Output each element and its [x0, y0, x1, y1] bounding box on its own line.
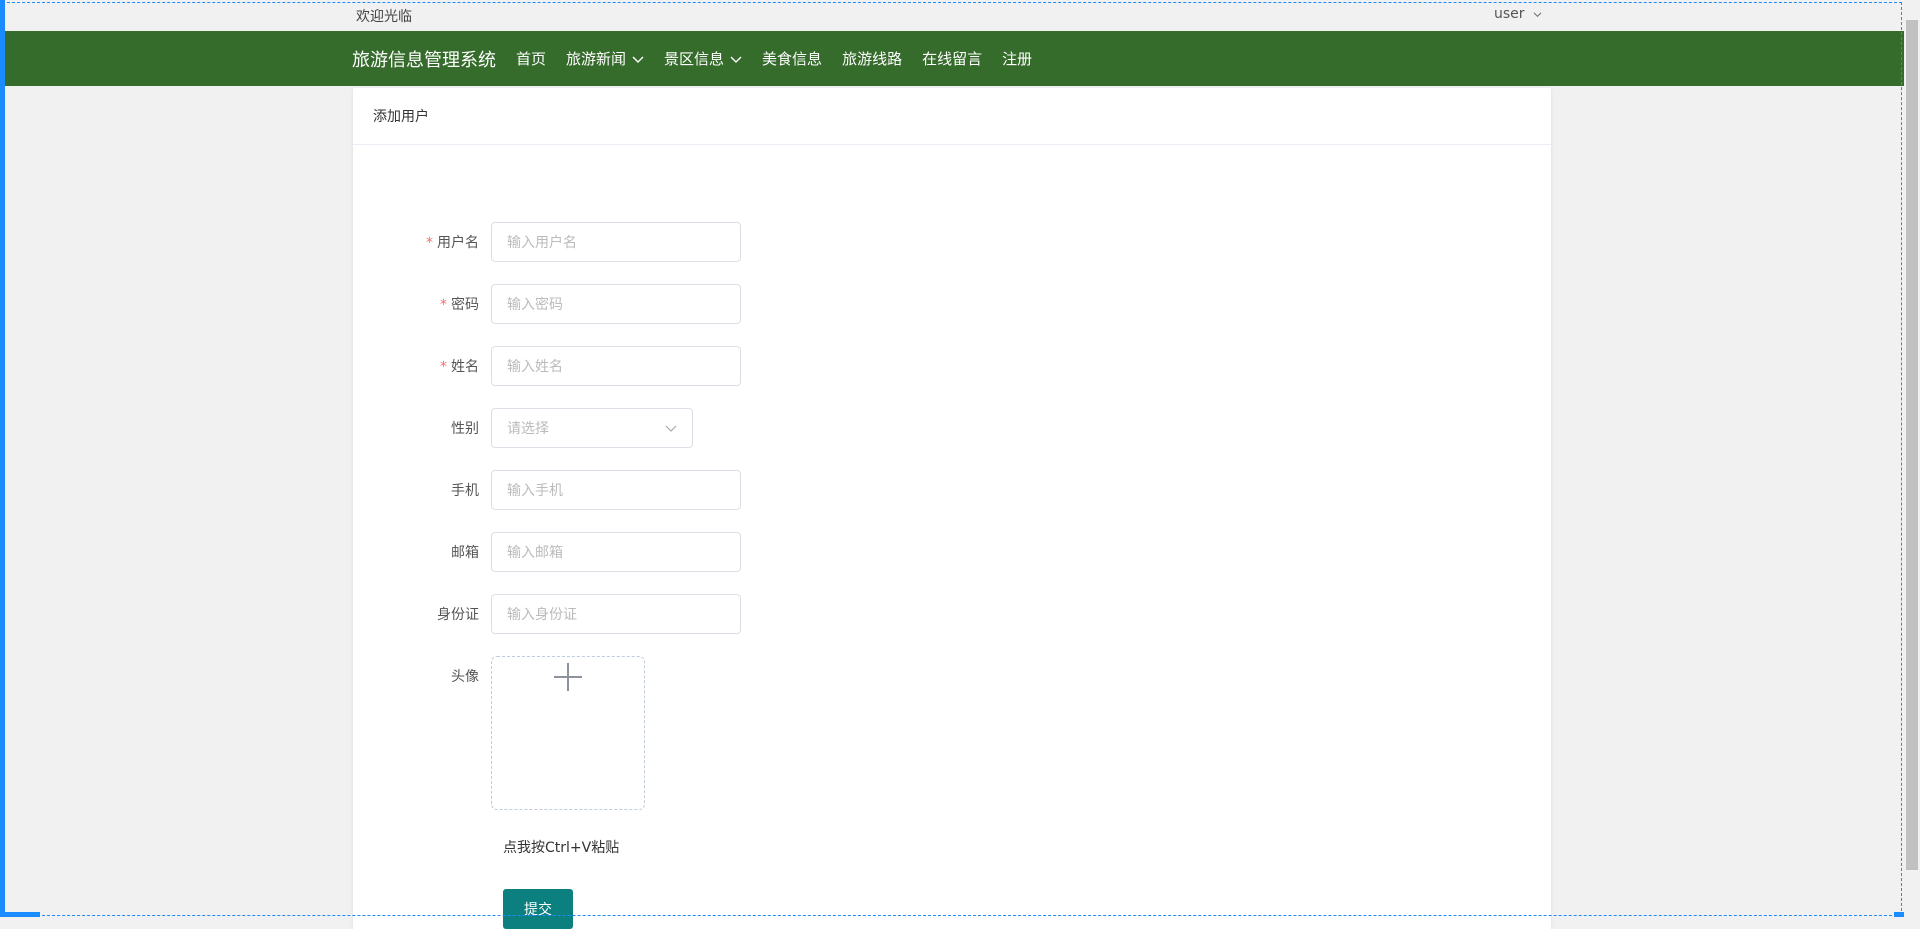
idcard-label: 身份证 — [437, 607, 479, 623]
paste-hint[interactable]: 点我按Ctrl+V粘贴 — [503, 837, 619, 857]
avatar-row: 头像 — [353, 656, 645, 810]
name-label: * 姓名 — [440, 359, 479, 375]
gender-row: 性别 请选择 — [353, 408, 693, 448]
email-input[interactable]: 输入邮箱 — [491, 532, 741, 572]
user-name: user — [1494, 6, 1525, 22]
username-input[interactable]: 输入用户名 — [491, 222, 741, 262]
nav-item-food-info[interactable]: 美食信息 — [762, 48, 822, 69]
idcard-row: 身份证 输入身份证 — [353, 594, 741, 634]
site-brand[interactable]: 旅游信息管理系统 — [352, 46, 496, 72]
nav-item-label: 美食信息 — [762, 50, 823, 68]
main-navbar: 旅游信息管理系统 首页 旅游新闻 景区信息 美食信息 旅游线路 在线留言 注册 — [0, 31, 1904, 86]
name-row: * 姓名 输入姓名 — [353, 346, 741, 386]
nav-item-label: 在线留言 — [922, 50, 983, 68]
user-menu[interactable]: user — [1494, 6, 1542, 22]
chevron-down-icon — [730, 56, 742, 63]
nav-item-scenic-info[interactable]: 景区信息 — [664, 48, 742, 69]
gender-select-placeholder: 请选择 — [507, 421, 549, 437]
nav-item-travel-routes[interactable]: 旅游线路 — [842, 48, 902, 69]
avatar-uploader[interactable] — [491, 656, 645, 810]
required-mark: * — [426, 235, 433, 251]
email-label: 邮箱 — [451, 545, 479, 561]
submit-button[interactable]: 提交 — [503, 889, 573, 929]
nav-item-label: 旅游线路 — [842, 50, 903, 68]
chevron-down-icon — [1533, 11, 1542, 17]
phone-row: 手机 输入手机 — [353, 470, 741, 510]
chevron-down-icon — [632, 56, 644, 63]
top-welcome-bar: 欢迎光临 user — [0, 0, 1904, 31]
email-row: 邮箱 输入邮箱 — [353, 532, 741, 572]
page: 欢迎光临 user 旅游信息管理系统 首页 旅游新闻 景区信息 美食信息 旅游线… — [0, 0, 1920, 929]
scrollbar[interactable] — [1904, 0, 1920, 929]
plus-icon — [554, 663, 582, 691]
welcome-text: 欢迎光临 — [356, 9, 412, 25]
nav-item-label: 旅游新闻 — [566, 50, 627, 68]
nav-item-label: 注册 — [1002, 50, 1033, 68]
selection-edge-bottom — [0, 912, 40, 917]
gender-label: 性别 — [451, 421, 479, 437]
chevron-down-icon — [665, 425, 677, 432]
nav-item-register[interactable]: 注册 — [1002, 48, 1032, 69]
idcard-input[interactable]: 输入身份证 — [491, 594, 741, 634]
password-row: * 密码 输入密码 — [353, 284, 741, 324]
nav-item-label: 景区信息 — [664, 50, 725, 68]
name-input[interactable]: 输入姓名 — [491, 346, 741, 386]
gender-select[interactable]: 请选择 — [491, 408, 693, 448]
phone-input[interactable]: 输入手机 — [491, 470, 741, 510]
nav-item-travel-news[interactable]: 旅游新闻 — [566, 48, 644, 69]
selection-edge-left — [0, 0, 5, 917]
card-title: 添加用户 — [353, 88, 1551, 145]
password-input[interactable]: 输入密码 — [491, 284, 741, 324]
required-mark: * — [440, 359, 447, 375]
scrollbar-thumb[interactable] — [1906, 20, 1918, 870]
required-mark: * — [440, 297, 447, 313]
add-user-card: 添加用户 * 用户名 输入用户名 * 密码 输入密码 * 姓名 输入姓名 性别 请选择 — [353, 88, 1551, 929]
nav-item-label: 首页 — [516, 50, 547, 68]
password-label: * 密码 — [440, 297, 479, 313]
nav-item-messages[interactable]: 在线留言 — [922, 48, 982, 69]
phone-label: 手机 — [451, 483, 479, 499]
nav-item-home[interactable]: 首页 — [516, 48, 546, 69]
username-row: * 用户名 输入用户名 — [353, 222, 741, 262]
username-label: * 用户名 — [426, 235, 479, 251]
selection-edge-corner — [1894, 912, 1904, 917]
avatar-label: 头像 — [451, 669, 479, 685]
